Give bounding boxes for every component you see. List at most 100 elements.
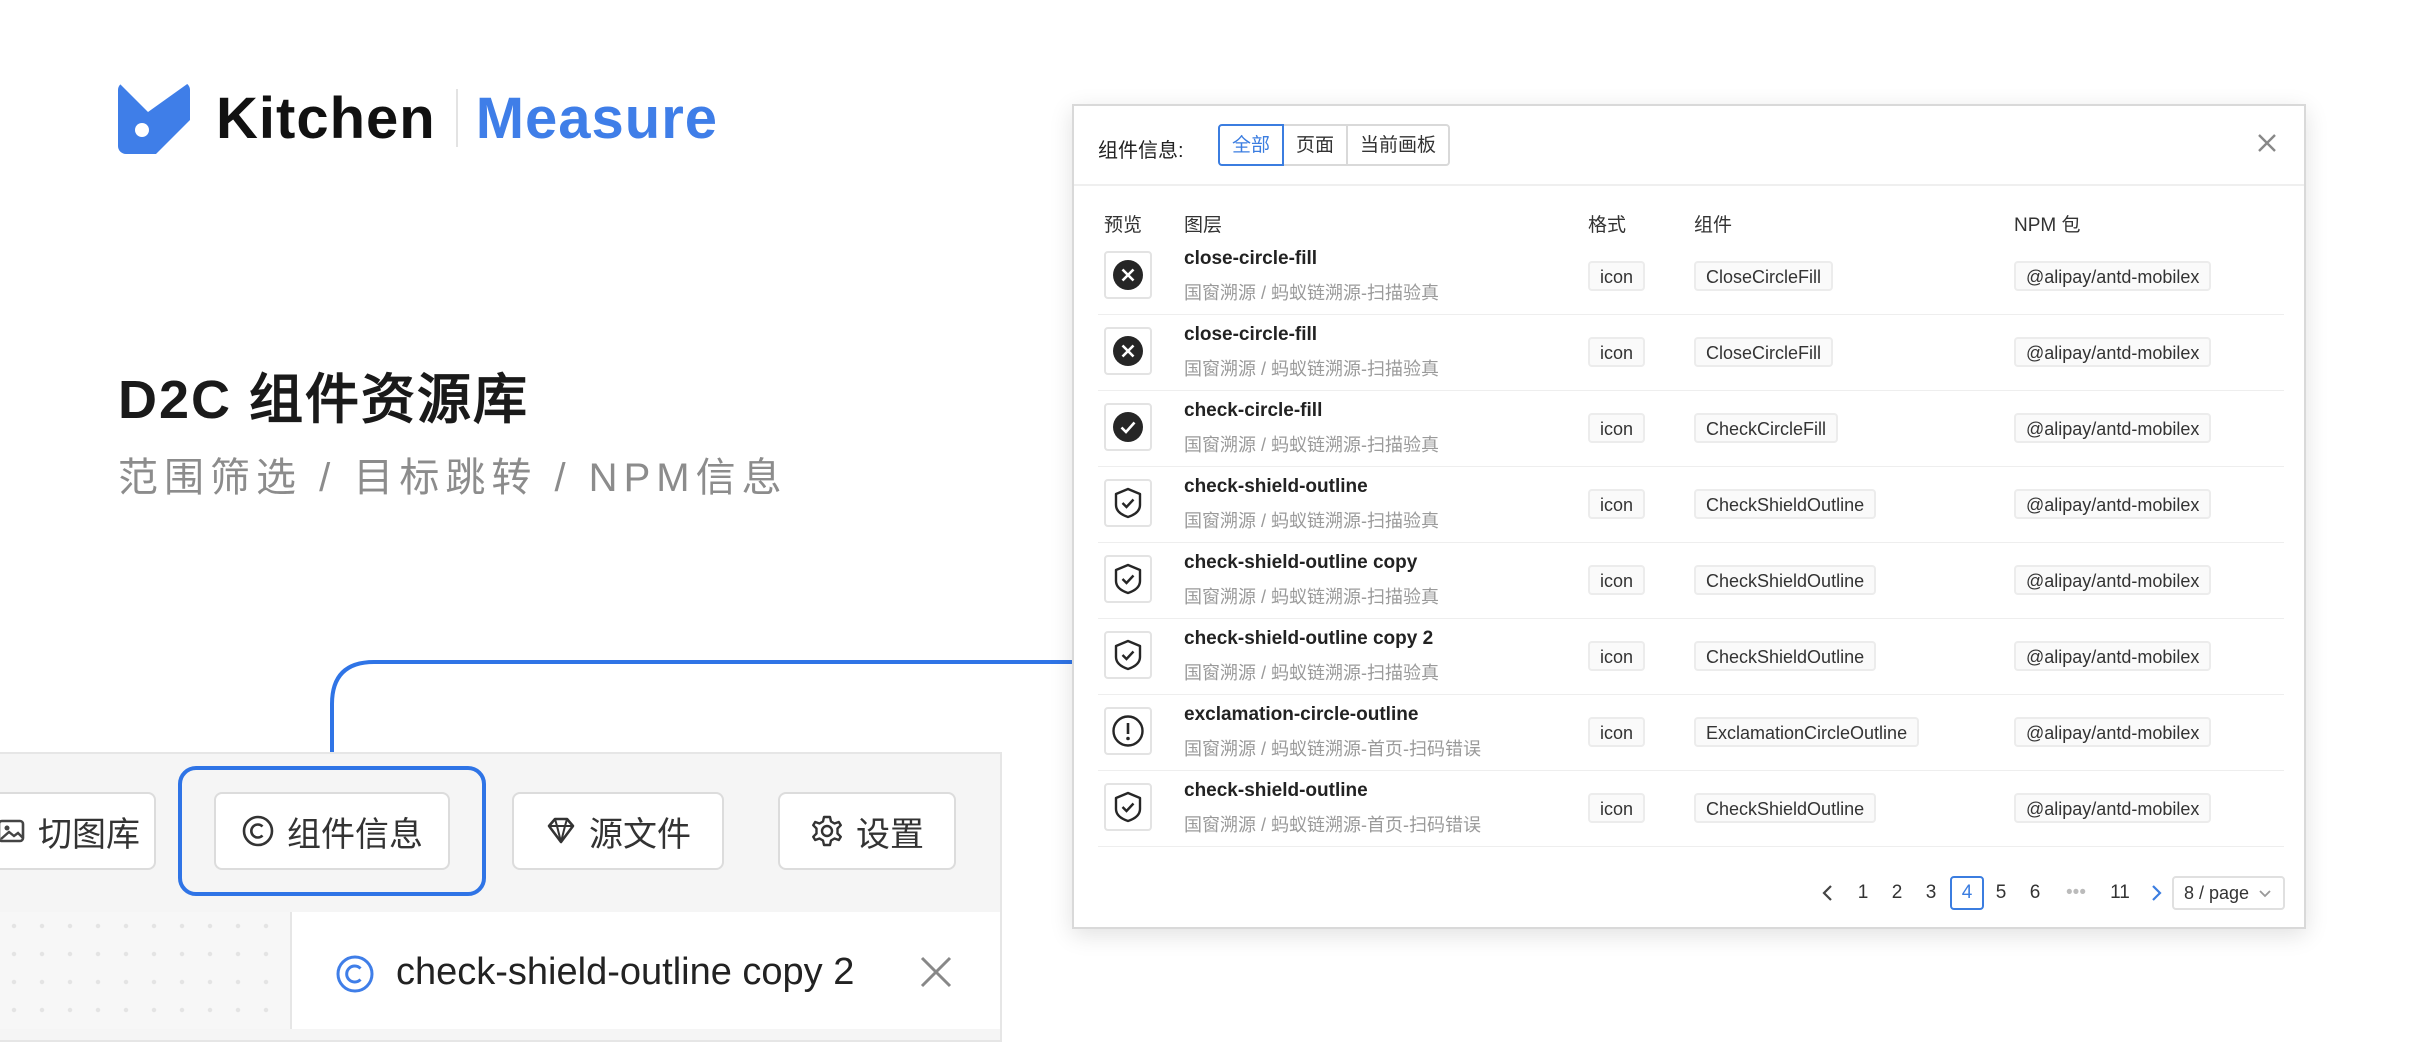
format-tag: icon	[1588, 793, 1646, 823]
page-item[interactable]: 11	[2102, 876, 2138, 910]
npm-package-tag[interactable]: @alipay/antd-mobilex	[2014, 261, 2212, 291]
component-detail-title: check-shield-outline copy 2	[396, 951, 855, 993]
npm-package-tag[interactable]: @alipay/antd-mobilex	[2014, 793, 2212, 823]
preview-thumbnail	[1104, 403, 1152, 451]
npm-package-tag[interactable]: @alipay/antd-mobilex	[2014, 565, 2212, 595]
format-tag: icon	[1588, 261, 1646, 291]
component-tag[interactable]: CheckShieldOutline	[1694, 793, 1877, 823]
brand-divider	[455, 89, 458, 147]
component-tag[interactable]: CheckShieldOutline	[1694, 489, 1877, 519]
canvas-preview-area	[0, 912, 292, 1029]
pagination: 1 2 3 4 5 6 ••• 11 8 / page	[1074, 876, 2304, 910]
close-circle-fill-icon	[1113, 336, 1143, 366]
page-item-current[interactable]: 4	[1950, 876, 1984, 910]
table-row[interactable]: check-shield-outline 国窗溯源 / 蚂蚁链溯源-扫描验真 ico…	[1098, 466, 2284, 543]
page-size-value: 8 / page	[2184, 883, 2250, 903]
layer-path: 国窗溯源 / 蚂蚁链溯源-扫描验真	[1184, 359, 1439, 379]
toolbar-selection-highlight	[178, 766, 486, 896]
column-header-format: 格式	[1588, 215, 1627, 236]
brand-name: Kitchen	[216, 85, 436, 151]
format-tag: icon	[1588, 717, 1646, 747]
image-icon	[0, 819, 25, 843]
page-item[interactable]: 3	[1916, 876, 1946, 910]
next-page-icon[interactable]	[2146, 876, 2166, 910]
table-row[interactable]: check-shield-outline copy 国窗溯源 / 蚂蚁链溯源-扫描…	[1098, 542, 2284, 619]
npm-package-tag[interactable]: @alipay/antd-mobilex	[2014, 413, 2212, 443]
close-icon[interactable]	[2256, 132, 2278, 154]
layer-path: 国窗溯源 / 蚂蚁链溯源-扫描验真	[1184, 663, 1439, 683]
npm-package-tag[interactable]: @alipay/antd-mobilex	[2014, 337, 2212, 367]
page-size-select[interactable]: 8 / page	[2172, 876, 2286, 910]
diamond-icon	[547, 817, 575, 844]
exclamation-circle-outline-icon	[1112, 715, 1144, 747]
npm-package-tag[interactable]: @alipay/antd-mobilex	[2014, 489, 2212, 519]
preview-thumbnail	[1104, 479, 1152, 527]
component-info-dialog: 组件信息: 全部 页面 当前画板 预览 图层 格式 组件 NPM 包 close…	[1072, 104, 2306, 929]
layer-name: check-circle-fill	[1184, 400, 1323, 421]
component-tag[interactable]: CheckCircleFill	[1694, 413, 1839, 443]
table-row[interactable]: close-circle-fill 国窗溯源 / 蚂蚁链溯源-扫描验真 icon Cl…	[1098, 238, 2284, 315]
page-subline: 范围筛选 / 目标跳转 / NPM信息	[118, 456, 788, 500]
toolbar-button-label: 设置	[856, 815, 924, 854]
table-row[interactable]: check-shield-outline copy 2 国窗溯源 / 蚂蚁链溯源-…	[1098, 618, 2284, 695]
page-item[interactable]: 5	[1986, 876, 2016, 910]
layer-path: 国窗溯源 / 蚂蚁链溯源-扫描验真	[1184, 283, 1439, 303]
close-icon[interactable]	[918, 954, 954, 990]
preview-thumbnail	[1104, 251, 1152, 299]
preview-thumbnail	[1104, 707, 1152, 755]
page-headline: D2C 组件资源库	[118, 370, 530, 430]
page-item[interactable]: 1	[1848, 876, 1878, 910]
component-tag[interactable]: ExclamationCircleOutline	[1694, 717, 1920, 747]
filter-option-all[interactable]: 全部	[1218, 124, 1285, 166]
table-row[interactable]: check-circle-fill 国窗溯源 / 蚂蚁链溯源-扫描验真 icon Ch…	[1098, 390, 2284, 467]
table-row[interactable]: close-circle-fill 国窗溯源 / 蚂蚁链溯源-扫描验真 icon Cl…	[1098, 314, 2284, 391]
check-circle-fill-icon	[1113, 412, 1143, 442]
page-item[interactable]: 6	[2020, 876, 2050, 910]
page-item[interactable]: 2	[1882, 876, 1912, 910]
prev-page-icon[interactable]	[1818, 876, 1838, 910]
column-header-component: 组件	[1694, 215, 1733, 236]
npm-package-tag[interactable]: @alipay/antd-mobilex	[2014, 641, 2212, 671]
table-row[interactable]: exclamation-circle-outline 国窗溯源 / 蚂蚁链溯源-首…	[1098, 694, 2284, 771]
brand: Kitchen Measure	[118, 80, 718, 156]
filter-segmented-control: 全部 页面 当前画板	[1218, 124, 1451, 166]
toolbar-button-label: 切图库	[38, 815, 140, 854]
column-header-preview: 预览	[1104, 215, 1143, 236]
filter-option-current-artboard[interactable]: 当前画板	[1346, 124, 1451, 166]
column-header-npm: NPM 包	[2014, 215, 2081, 236]
toolbar-button-source[interactable]: 源文件	[512, 792, 724, 870]
component-tag[interactable]: CheckShieldOutline	[1694, 641, 1877, 671]
component-tag[interactable]: CloseCircleFill	[1694, 337, 1834, 367]
layer-name: check-shield-outline copy 2	[1184, 628, 1434, 649]
component-tag[interactable]: CheckShieldOutline	[1694, 565, 1877, 595]
check-shield-outline-icon	[1114, 563, 1142, 595]
filter-option-page[interactable]: 页面	[1282, 124, 1349, 166]
preview-thumbnail	[1104, 555, 1152, 603]
brand-product: Measure	[475, 85, 719, 151]
close-circle-fill-icon	[1113, 260, 1143, 290]
chevron-down-icon	[2259, 890, 2271, 898]
dialog-filter-label: 组件信息:	[1098, 140, 1184, 162]
toolbar-button-label: 源文件	[589, 815, 691, 854]
toolbar-button-settings[interactable]: 设置	[778, 792, 956, 870]
layer-path: 国窗溯源 / 蚂蚁链溯源-扫描验真	[1184, 587, 1439, 607]
layer-name: check-shield-outline copy	[1184, 552, 1418, 573]
gear-icon	[812, 815, 842, 847]
format-tag: icon	[1588, 565, 1646, 595]
npm-package-tag[interactable]: @alipay/antd-mobilex	[2014, 717, 2212, 747]
layer-path: 国窗溯源 / 蚂蚁链溯源-扫描验真	[1184, 435, 1439, 455]
layer-path: 国窗溯源 / 蚂蚁链溯源-扫描验真	[1184, 511, 1439, 531]
table-row[interactable]: check-shield-outline 国窗溯源 / 蚂蚁链溯源-首页-扫码错误…	[1098, 770, 2284, 847]
preview-thumbnail	[1104, 783, 1152, 831]
page-ellipsis[interactable]: •••	[2054, 876, 2098, 910]
format-tag: icon	[1588, 337, 1646, 367]
layer-path: 国窗溯源 / 蚂蚁链溯源-首页-扫码错误	[1184, 815, 1481, 835]
layer-name: check-shield-outline	[1184, 476, 1368, 497]
dialog-header: 组件信息: 全部 页面 当前画板	[1074, 106, 2304, 186]
layer-path: 国窗溯源 / 蚂蚁链溯源-首页-扫码错误	[1184, 739, 1481, 759]
component-tag[interactable]: CloseCircleFill	[1694, 261, 1834, 291]
check-shield-outline-icon	[1114, 791, 1142, 823]
format-tag: icon	[1588, 413, 1646, 443]
layer-name: close-circle-fill	[1184, 324, 1318, 345]
toolbar-button-slices[interactable]: 切图库	[0, 792, 156, 870]
